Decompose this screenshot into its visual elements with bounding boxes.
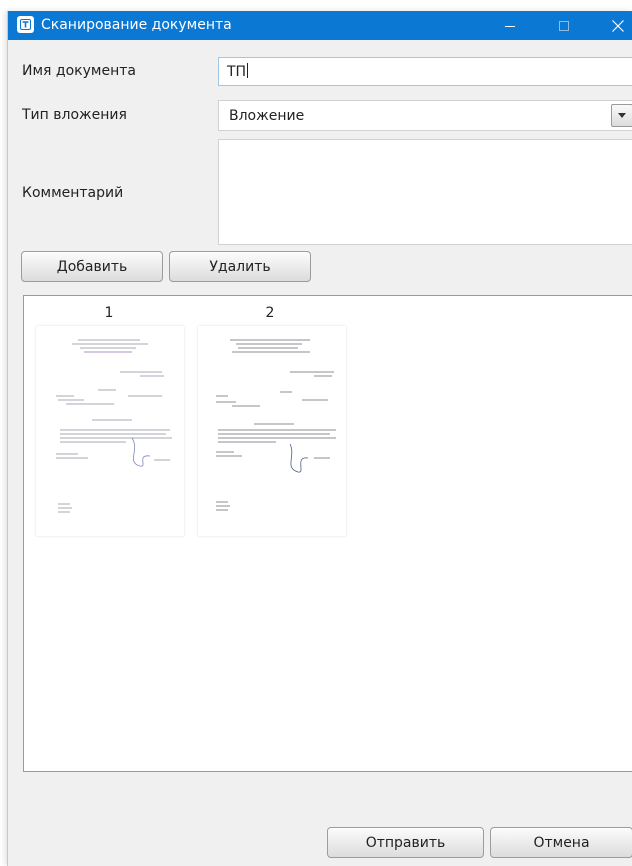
page-thumbnail[interactable] — [198, 326, 346, 536]
comment-textarea[interactable] — [218, 139, 632, 245]
close-icon — [612, 19, 624, 32]
page-number: 2 — [265, 305, 275, 321]
scan-document-window: Сканирование документа Имя документа ТП … — [7, 11, 632, 866]
close-button[interactable] — [595, 11, 632, 40]
title-bar[interactable]: Сканирование документа — [8, 11, 632, 40]
scanned-pages-panel[interactable]: 1 2 — [23, 295, 632, 772]
dropdown-button[interactable] — [611, 104, 632, 127]
page-number: 1 — [104, 305, 114, 321]
delete-button[interactable]: Удалить — [169, 251, 311, 282]
page-thumbnail[interactable] — [36, 326, 184, 536]
minimize-button[interactable] — [487, 11, 533, 40]
document-name-value: ТП — [227, 64, 247, 80]
send-button[interactable]: Отправить — [327, 827, 484, 858]
comment-label: Комментарий — [22, 185, 124, 201]
minimize-icon — [505, 25, 515, 27]
attachment-type-select[interactable]: Вложение — [218, 100, 632, 131]
text-caret — [247, 63, 249, 78]
add-button[interactable]: Добавить — [21, 251, 163, 282]
app-t-icon — [17, 16, 34, 33]
attachment-type-value: Вложение — [229, 108, 305, 124]
window-title: Сканирование документа — [41, 17, 232, 33]
cancel-button[interactable]: Отмена — [490, 827, 632, 858]
maximize-icon — [559, 20, 569, 31]
attachment-type-label: Тип вложения — [22, 107, 127, 123]
chevron-down-icon — [618, 113, 626, 118]
document-name-input[interactable]: ТП — [218, 57, 632, 86]
document-name-label: Имя документа — [22, 63, 136, 79]
maximize-button[interactable] — [541, 11, 587, 40]
